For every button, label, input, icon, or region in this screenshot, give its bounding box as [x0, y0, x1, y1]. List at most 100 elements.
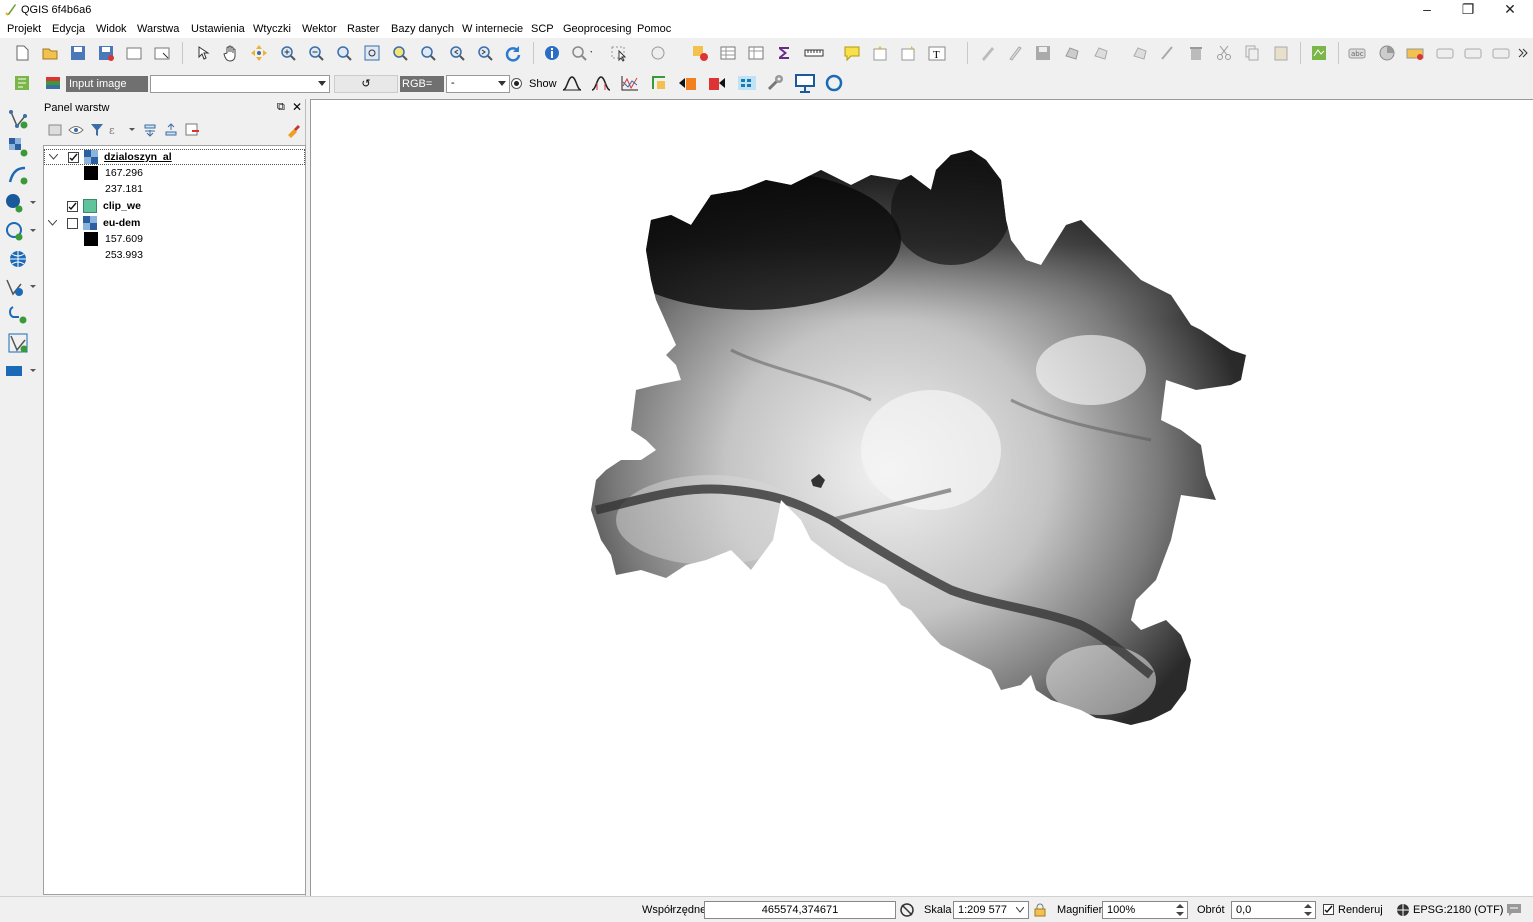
magnifier-field[interactable]: 100% — [1102, 901, 1188, 919]
show-radio[interactable] — [511, 78, 522, 89]
zoom-in-icon[interactable] — [277, 42, 299, 64]
identify-dropdown-icon[interactable] — [570, 42, 592, 64]
crs-globe-icon[interactable] — [1394, 901, 1412, 919]
layer-row-eu-dem[interactable]: eu-dem — [44, 216, 305, 232]
add-wms-layer-icon[interactable] — [7, 248, 29, 270]
select-features-icon[interactable] — [610, 42, 632, 64]
modify-attributes-icon[interactable] — [1157, 42, 1179, 64]
toggle-extents-icon[interactable] — [897, 900, 917, 920]
scale-field[interactable]: 1:209 577 — [953, 901, 1029, 919]
zoom-native-icon[interactable] — [333, 42, 355, 64]
layer-visibility-checkbox[interactable] — [67, 218, 78, 229]
measure-icon[interactable] — [803, 42, 825, 64]
input-image-select[interactable] — [150, 75, 330, 93]
menu-geoprocesing[interactable]: Geoprocesing — [563, 23, 632, 35]
zoom-to-layer-icon[interactable] — [417, 42, 439, 64]
close-panel-icon[interactable]: ✕ — [292, 100, 302, 114]
layer-diagram-icon[interactable] — [1376, 42, 1398, 64]
rotation-field[interactable]: 0,0 — [1231, 901, 1316, 919]
show-bookmarks-icon[interactable] — [897, 42, 919, 64]
new-shapefile-icon[interactable] — [7, 332, 29, 354]
filter-legend-icon[interactable] — [86, 119, 108, 141]
remove-layer-icon[interactable] — [181, 119, 203, 141]
paste-features-icon[interactable] — [1270, 42, 1292, 64]
manage-visibility-icon[interactable] — [65, 119, 87, 141]
open-project-icon[interactable] — [39, 42, 61, 64]
roi-tool-icon[interactable] — [648, 72, 670, 94]
highlight-label-icon[interactable] — [1404, 42, 1426, 64]
zoom-out-icon[interactable] — [305, 42, 327, 64]
menu-bazy-danych[interactable]: Bazy danych — [391, 23, 454, 35]
attribute-table-icon[interactable] — [717, 42, 739, 64]
menu-warstwa[interactable]: Warstwa — [137, 23, 179, 35]
text-annotation-icon[interactable]: T — [927, 42, 949, 64]
label-toolbar-icon[interactable]: abc — [1346, 42, 1368, 64]
menu-widok[interactable]: Widok — [96, 23, 127, 35]
open-layer-styling-icon[interactable] — [44, 119, 66, 141]
zoom-to-preview-icon[interactable] — [794, 72, 816, 94]
add-raster-layer-icon[interactable] — [7, 136, 29, 158]
chevron-down-icon[interactable] — [49, 154, 58, 160]
redo-roi-icon[interactable] — [706, 72, 728, 94]
menu-wtyczki[interactable]: Wtyczki — [253, 23, 291, 35]
new-bookmark-icon[interactable] — [869, 42, 891, 64]
messages-icon[interactable] — [1504, 901, 1524, 919]
statistics-sigma-icon[interactable] — [773, 42, 795, 64]
new-geopackage-icon[interactable] — [7, 304, 29, 326]
delete-selected-icon[interactable] — [1185, 42, 1207, 64]
local-std-deviation-icon[interactable] — [590, 72, 612, 94]
settings-tools-icon[interactable] — [765, 72, 787, 94]
add-wfs-layer-icon[interactable] — [4, 276, 36, 298]
scp-plugin-icon[interactable] — [1308, 42, 1330, 64]
menu-ustawienia[interactable]: Ustawienia — [191, 23, 245, 35]
save-edits-icon[interactable] — [1032, 42, 1054, 64]
scp-dock-icon[interactable] — [11, 72, 33, 94]
menu-projekt[interactable]: Projekt — [7, 23, 41, 35]
toggle-editing-icon[interactable] — [1004, 42, 1026, 64]
render-checkbox[interactable] — [1323, 904, 1334, 915]
map-canvas[interactable] — [310, 99, 1533, 896]
add-layer-dropdown-icon[interactable] — [4, 360, 36, 382]
layout-manager-icon[interactable] — [151, 42, 173, 64]
layer-visibility-checkbox[interactable] — [68, 152, 79, 163]
zoom-next-icon[interactable] — [474, 42, 496, 64]
zoom-last-icon[interactable] — [446, 42, 468, 64]
menu-raster[interactable]: Raster — [347, 23, 379, 35]
spinner-arrows-icon[interactable] — [1176, 904, 1184, 916]
cut-features-icon[interactable] — [1213, 42, 1235, 64]
zoom-full-icon[interactable] — [361, 42, 383, 64]
current-edits-icon[interactable] — [976, 42, 998, 64]
add-delimited-text-icon[interactable] — [7, 164, 29, 186]
spinner-arrows-icon[interactable] — [1304, 904, 1312, 916]
restore-button[interactable]: ❐ — [1448, 0, 1488, 20]
new-project-icon[interactable] — [11, 42, 33, 64]
menu-pomoc[interactable]: Pomoc — [637, 23, 671, 35]
create-roi-icon[interactable] — [677, 72, 699, 94]
menu-wektor[interactable]: Wektor — [302, 23, 337, 35]
close-button[interactable]: ✕ — [1490, 0, 1530, 20]
menu-w-internecie[interactable]: W internecie — [462, 23, 523, 35]
rgb-select[interactable]: - — [446, 75, 510, 93]
select-by-value-icon[interactable] — [650, 42, 672, 64]
expand-all-icon[interactable] — [139, 119, 161, 141]
spectral-plot-icon[interactable] — [619, 72, 641, 94]
save-as-icon[interactable] — [95, 42, 117, 64]
add-vector-layer-icon[interactable] — [7, 108, 29, 130]
undock-icon[interactable]: ⧉ — [277, 101, 285, 114]
pin-labels-icon[interactable] — [1434, 42, 1456, 64]
vertex-tool-icon[interactable] — [1129, 42, 1151, 64]
save-project-icon[interactable] — [67, 42, 89, 64]
layer-visibility-checkbox[interactable] — [67, 201, 78, 212]
toolbar-overflow-icon[interactable] — [1515, 42, 1531, 64]
redo-preview-icon[interactable] — [823, 72, 845, 94]
identify-icon[interactable] — [541, 42, 563, 64]
move-label-icon[interactable] — [1490, 42, 1512, 64]
pan-to-selection-icon[interactable] — [191, 42, 213, 64]
coordinates-field[interactable]: 465574,374671 — [704, 901, 896, 919]
pan-hand-icon[interactable] — [220, 42, 242, 64]
classification-preview-icon[interactable] — [736, 72, 758, 94]
layer-row-dzialoszyn-al[interactable]: dzialoszyn_al — [44, 149, 305, 165]
pan-to-center-icon[interactable] — [248, 42, 270, 64]
refresh-image-list-button[interactable]: ↺ — [334, 75, 398, 93]
chevron-down-icon[interactable] — [48, 220, 57, 226]
